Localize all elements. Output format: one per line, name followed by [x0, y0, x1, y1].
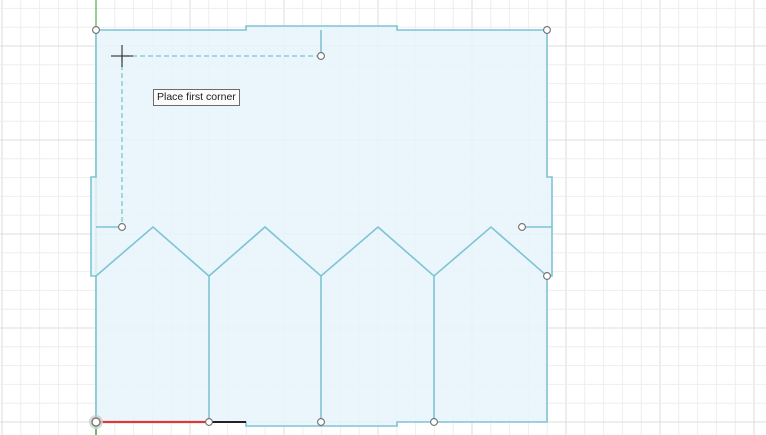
tooltip: Place first corner	[153, 89, 240, 106]
sketch-drawing-area[interactable]	[0, 0, 766, 435]
sketch-point[interactable]	[317, 52, 325, 60]
sketch-origin-icon[interactable]	[89, 415, 103, 429]
sketch-point[interactable]	[543, 272, 551, 280]
sketch-point[interactable]	[518, 223, 526, 231]
sketch-canvas[interactable]: Place first corner	[0, 0, 766, 435]
sketch-point[interactable]	[118, 223, 126, 231]
sketch-point[interactable]	[430, 418, 438, 426]
sketch-point[interactable]	[92, 26, 100, 34]
sketch-point[interactable]	[205, 418, 213, 426]
sketch-point[interactable]	[317, 418, 325, 426]
sketch-point[interactable]	[543, 26, 551, 34]
